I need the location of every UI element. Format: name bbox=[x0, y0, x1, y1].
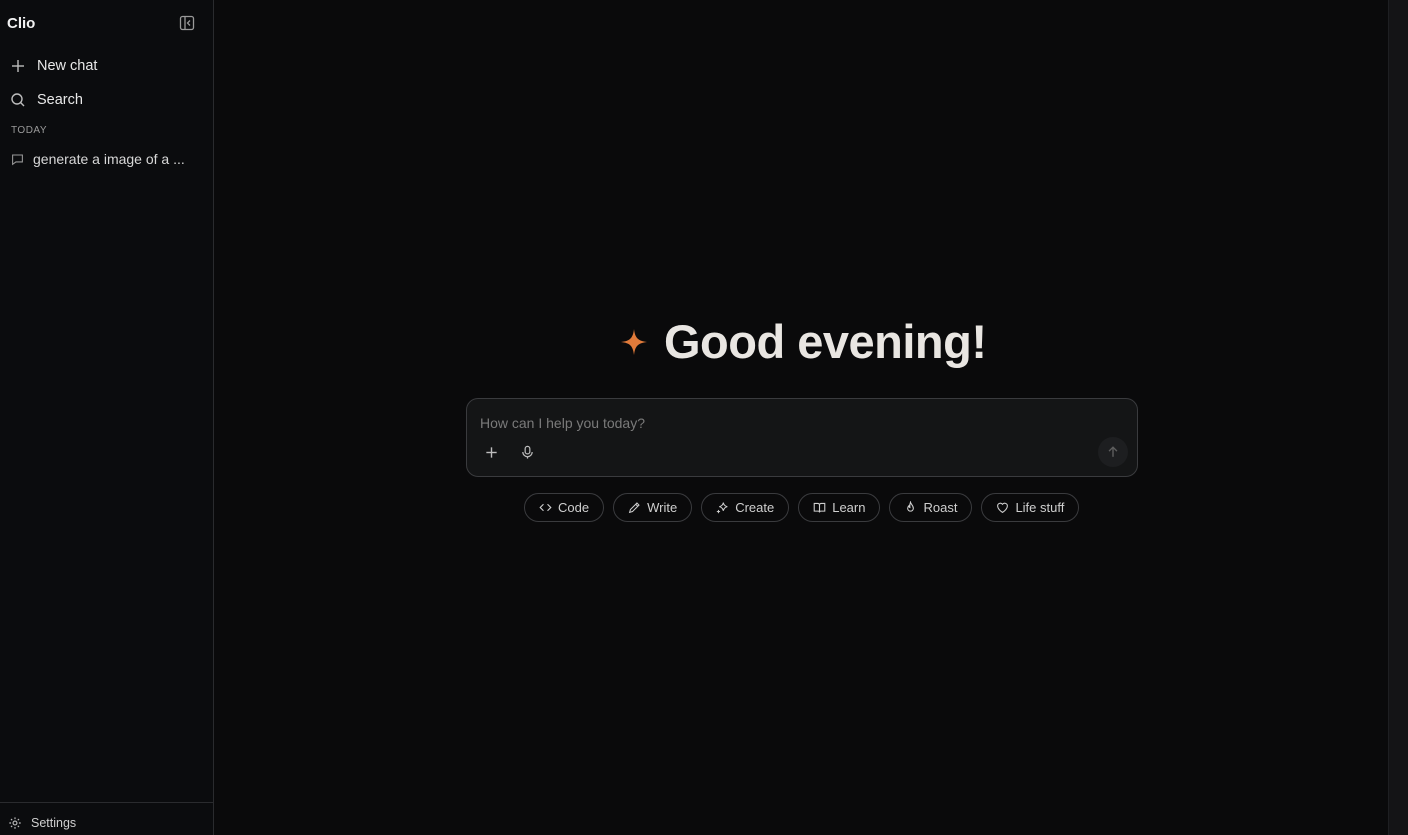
chip-label: Code bbox=[558, 500, 590, 515]
attach-button[interactable] bbox=[480, 441, 502, 463]
sidebar-footer: Settings bbox=[0, 802, 213, 835]
microphone-button[interactable] bbox=[516, 441, 538, 463]
right-scrollbar[interactable] bbox=[1388, 0, 1408, 835]
chat-history-item[interactable]: generate a image of a ... bbox=[11, 148, 201, 170]
plus-icon bbox=[12, 60, 24, 72]
chip-label: Learn bbox=[832, 500, 866, 515]
suggestion-chips: Code Write Create Learn Roast Life stuff bbox=[524, 493, 1080, 522]
search-icon bbox=[11, 93, 25, 107]
chip-code[interactable]: Code bbox=[524, 493, 605, 522]
sparkle-icon bbox=[621, 328, 647, 355]
arrow-up-icon bbox=[1108, 446, 1118, 457]
settings-button[interactable]: Settings bbox=[8, 816, 76, 830]
sidebar: Clio New chat Search TODAY generate a im… bbox=[0, 0, 214, 835]
greeting-title: Good evening! bbox=[664, 315, 987, 368]
collapse-sidebar-button[interactable] bbox=[179, 15, 195, 31]
microphone-icon bbox=[521, 445, 533, 459]
flame-icon bbox=[907, 501, 915, 512]
plus-icon bbox=[485, 446, 497, 458]
chip-write[interactable]: Write bbox=[613, 493, 693, 522]
search-label: Search bbox=[37, 92, 83, 108]
chip-life-stuff[interactable]: Life stuff bbox=[981, 493, 1080, 522]
heart-icon bbox=[997, 502, 1009, 513]
chat-bubble-icon bbox=[12, 154, 23, 165]
chat-history-title: generate a image of a ... bbox=[33, 151, 185, 167]
greeting: Good evening! bbox=[620, 314, 987, 369]
composer bbox=[466, 398, 1138, 477]
code-icon bbox=[539, 503, 552, 512]
chip-label: Create bbox=[735, 500, 775, 515]
new-chat-button[interactable]: New chat bbox=[10, 54, 97, 78]
app-brand: Clio bbox=[7, 15, 36, 32]
prompt-input[interactable] bbox=[478, 411, 1082, 435]
section-label-today: TODAY bbox=[11, 125, 48, 136]
sparkles-icon bbox=[717, 502, 728, 514]
sidebar-collapse-icon bbox=[179, 15, 195, 31]
settings-label: Settings bbox=[31, 816, 77, 830]
search-button[interactable]: Search bbox=[10, 88, 83, 112]
chip-create[interactable]: Create bbox=[701, 493, 790, 522]
chip-label: Life stuff bbox=[1015, 500, 1065, 515]
chip-label: Roast bbox=[923, 500, 958, 515]
book-open-icon bbox=[813, 502, 826, 513]
new-chat-label: New chat bbox=[37, 58, 98, 74]
send-button[interactable] bbox=[1098, 437, 1128, 467]
pencil-icon bbox=[628, 502, 640, 514]
chip-roast[interactable]: Roast bbox=[889, 493, 973, 522]
chip-learn[interactable]: Learn bbox=[798, 493, 881, 522]
chip-label: Write bbox=[647, 500, 678, 515]
gear-icon bbox=[9, 817, 21, 829]
